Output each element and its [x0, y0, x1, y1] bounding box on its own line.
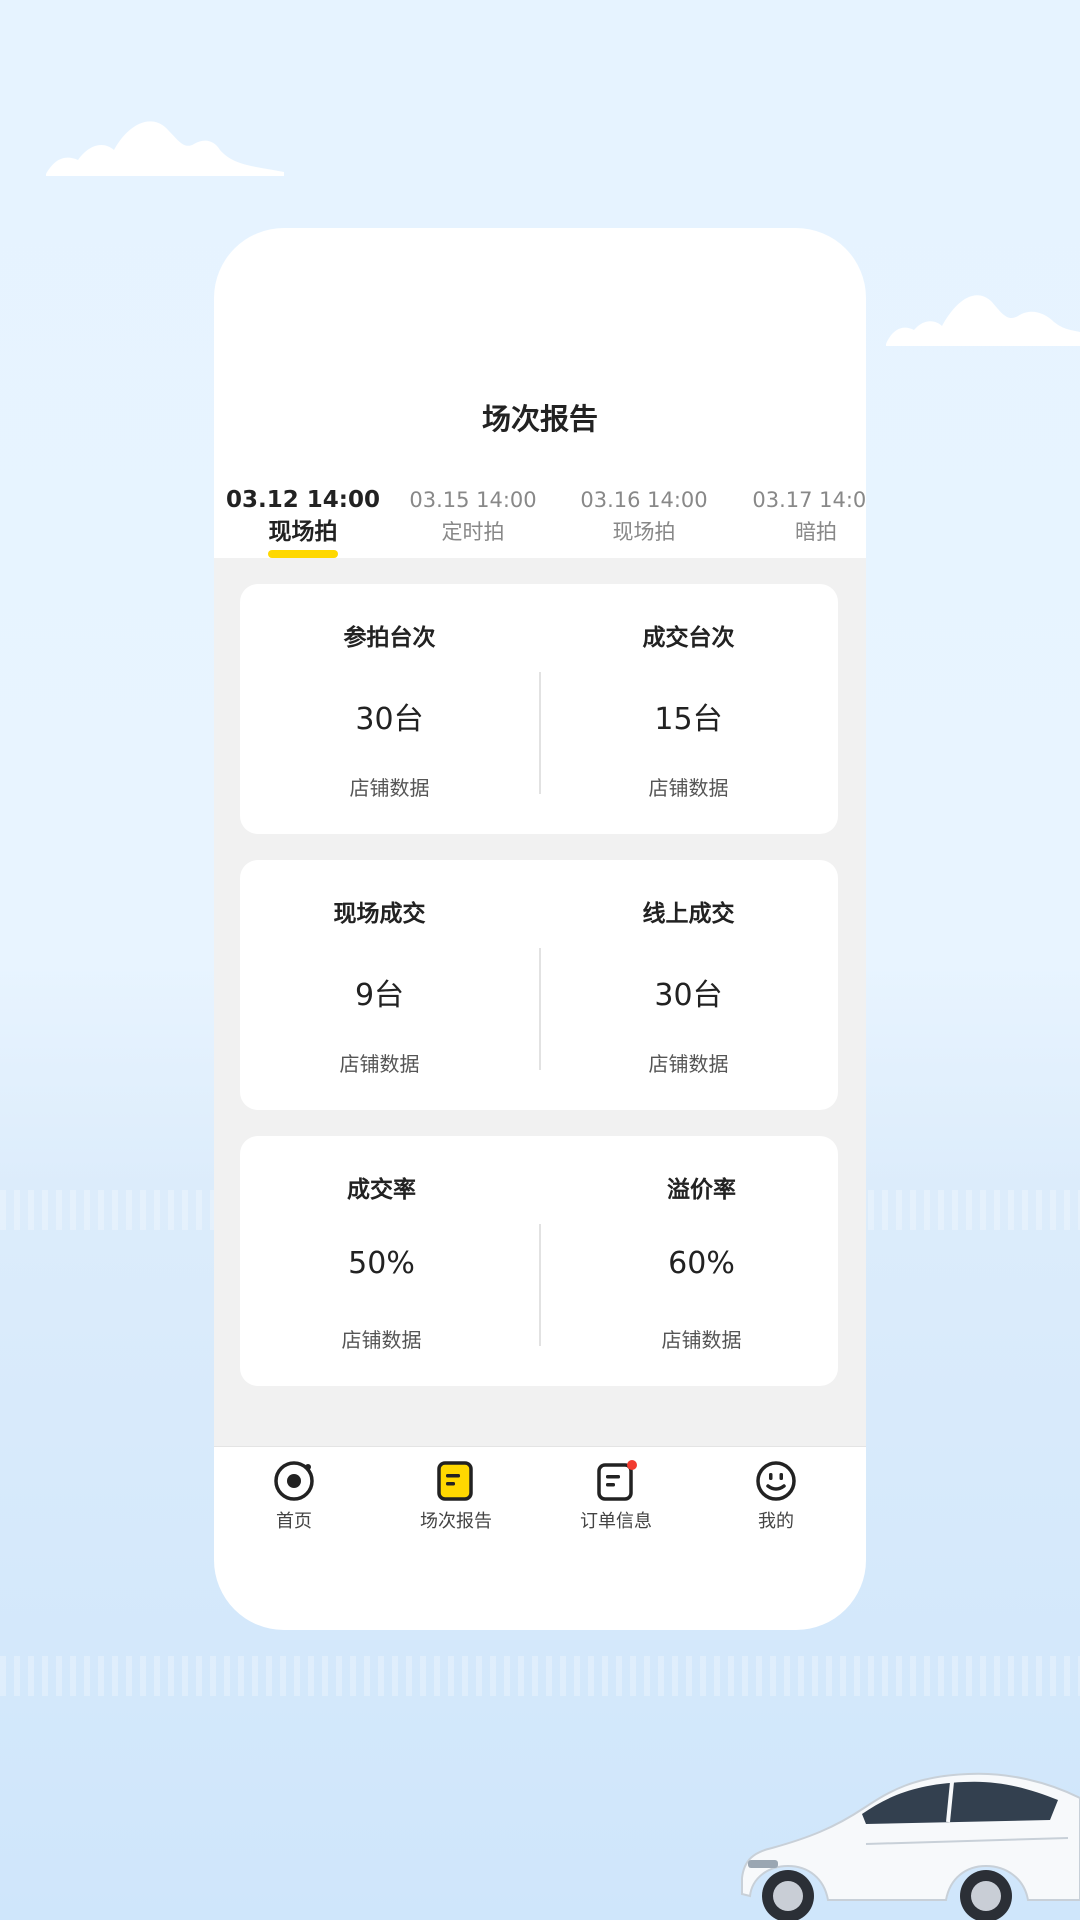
- stat-cell: 成交台次 15台 店铺数据: [539, 584, 838, 834]
- stat-value: 30台: [654, 978, 723, 1013]
- nav-label: 我的: [758, 1511, 794, 1532]
- tab-type: 现场拍: [268, 519, 338, 545]
- stat-source: 店铺数据: [341, 1328, 422, 1352]
- bottom-nav: 首页 场次报告 订单信息 我的: [214, 1446, 866, 1557]
- session-tab[interactable]: 03.12 14:00 现场拍: [218, 486, 388, 546]
- stat-cell: 成交率 50% 店铺数据: [232, 1136, 531, 1386]
- order-icon: [597, 1460, 637, 1501]
- stat-label: 线上成交: [642, 901, 735, 927]
- session-tab[interactable]: 03.15 14:00 定时拍: [388, 486, 558, 546]
- nav-profile[interactable]: 我的: [696, 1459, 856, 1533]
- profile-icon: [756, 1461, 796, 1501]
- tab-type: 现场拍: [612, 520, 676, 544]
- stat-value: 15台: [654, 702, 723, 737]
- phone-screen: 场次报告 03.12 14:00 现场拍 03.15 14:00 定时拍 03.…: [214, 228, 866, 1630]
- page-title: 场次报告: [481, 402, 598, 436]
- nav-home[interactable]: 首页: [214, 1459, 374, 1533]
- stat-source: 店铺数据: [661, 1328, 742, 1352]
- stat-cell: 溢价率 60% 店铺数据: [552, 1136, 851, 1386]
- stat-value: 50%: [348, 1246, 415, 1281]
- stat-cell: 现场成交 9台 店铺数据: [230, 860, 529, 1110]
- stat-cell: 线上成交 30台 店铺数据: [539, 860, 838, 1110]
- car-illustration: [741, 1772, 1080, 1920]
- stat-value: 60%: [668, 1246, 735, 1281]
- tab-type: 暗拍: [795, 520, 837, 544]
- nav-label: 场次报告: [420, 1511, 492, 1532]
- report-content: 参拍台次 30台 店铺数据 成交台次 15台 店铺数据 现场成交 9台 店铺数据…: [214, 558, 866, 1446]
- stats-card: 参拍台次 30台 店铺数据 成交台次 15台 店铺数据: [240, 584, 838, 834]
- nav-label: 订单信息: [580, 1511, 652, 1532]
- stat-source: 店铺数据: [339, 1052, 420, 1076]
- stats-card: 现场成交 9台 店铺数据 线上成交 30台 店铺数据: [240, 860, 838, 1110]
- stat-value: 30台: [355, 702, 424, 737]
- active-tab-indicator: [268, 550, 338, 558]
- tab-date: 03.12 14:00: [226, 487, 380, 513]
- tab-date: 03.17 14:00: [752, 488, 866, 512]
- stat-label: 溢价率: [667, 1177, 736, 1203]
- stat-label: 成交率: [347, 1177, 416, 1203]
- session-tab[interactable]: 03.17 14:00 暗拍: [731, 486, 866, 546]
- nav-orders[interactable]: 订单信息: [536, 1459, 696, 1533]
- cloud-decoration: [46, 121, 284, 176]
- tab-type: 定时拍: [441, 520, 505, 544]
- water-texture: [0, 1656, 1080, 1696]
- home-icon: [274, 1461, 314, 1501]
- stat-source: 店铺数据: [648, 776, 729, 800]
- cloud-decoration: [886, 295, 1080, 346]
- session-tab[interactable]: 03.16 14:00 现场拍: [559, 486, 729, 546]
- stat-cell: 参拍台次 30台 店铺数据: [240, 584, 539, 834]
- report-icon: [437, 1461, 473, 1501]
- card-divider: [539, 1224, 541, 1346]
- stat-source: 店铺数据: [349, 776, 430, 800]
- stat-label: 参拍台次: [343, 625, 436, 651]
- tab-date: 03.16 14:00: [580, 488, 708, 512]
- stat-value: 9台: [354, 978, 405, 1013]
- nav-report[interactable]: 场次报告: [376, 1459, 536, 1533]
- stat-label: 现场成交: [333, 901, 426, 927]
- stat-label: 成交台次: [642, 625, 735, 651]
- stats-card: 成交率 50% 店铺数据 溢价率 60% 店铺数据: [240, 1136, 838, 1386]
- tab-date: 03.15 14:00: [409, 488, 537, 512]
- stat-source: 店铺数据: [648, 1052, 729, 1076]
- nav-label: 首页: [276, 1511, 312, 1532]
